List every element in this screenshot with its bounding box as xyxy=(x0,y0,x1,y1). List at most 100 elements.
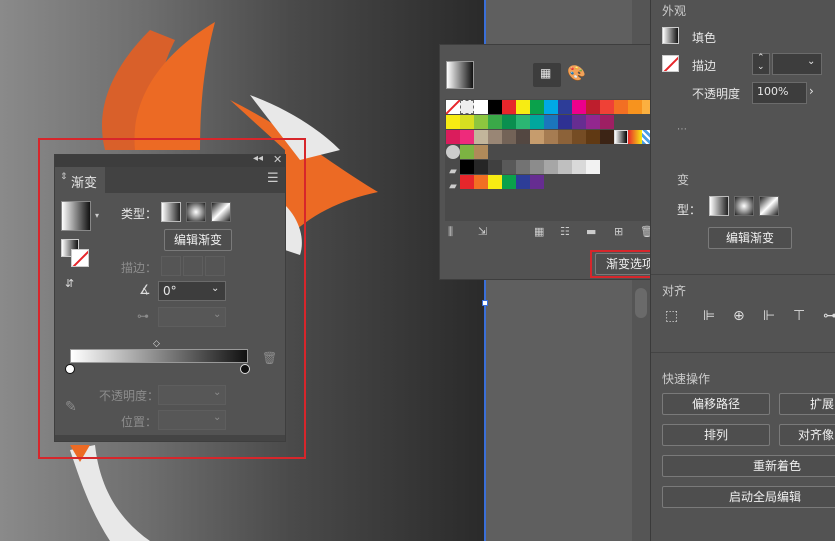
color-swatch[interactable] xyxy=(474,100,488,114)
align-right-icon[interactable]: ⊩ xyxy=(763,308,775,324)
opacity-input[interactable]: 100% xyxy=(752,82,807,104)
align-to-icon[interactable]: ⬚ xyxy=(665,308,678,324)
color-swatch[interactable] xyxy=(572,100,586,114)
color-swatch[interactable] xyxy=(544,160,558,174)
swatch-gradient-orange[interactable] xyxy=(628,130,642,144)
color-swatch[interactable] xyxy=(558,130,572,144)
fill-swatch[interactable] xyxy=(662,27,679,44)
color-swatch[interactable] xyxy=(516,100,530,114)
chevron-right-icon[interactable]: › xyxy=(809,84,814,98)
color-swatch[interactable] xyxy=(460,160,474,174)
show-kinds-icon[interactable]: ▦ xyxy=(534,225,544,238)
swatch-pattern-circle[interactable] xyxy=(446,145,460,159)
swatch-pattern-leaves[interactable] xyxy=(460,145,474,159)
color-swatch[interactable] xyxy=(572,130,586,144)
color-swatch[interactable] xyxy=(488,115,502,129)
recolor-button[interactable]: 重新着色 xyxy=(662,455,835,477)
color-swatch[interactable] xyxy=(600,130,614,144)
expand-button[interactable]: 扩展 xyxy=(779,393,835,415)
color-swatch[interactable] xyxy=(530,160,544,174)
color-swatch[interactable] xyxy=(586,160,600,174)
align-top-icon[interactable]: ⊤ xyxy=(793,308,805,324)
color-swatch[interactable] xyxy=(600,115,614,129)
align-center-icon[interactable]: ⊕ xyxy=(733,308,745,324)
new-folder-icon[interactable]: ▬ xyxy=(586,225,596,238)
color-swatch[interactable] xyxy=(502,160,516,174)
color-swatch[interactable] xyxy=(544,100,558,114)
offset-path-button[interactable]: 偏移路径 xyxy=(662,393,770,415)
edit-gradient-button[interactable]: 编辑渐变 xyxy=(708,227,792,249)
color-swatch[interactable] xyxy=(460,130,474,144)
arrange-button[interactable]: 排列 xyxy=(662,424,770,446)
color-swatch[interactable] xyxy=(446,115,460,129)
color-swatch[interactable] xyxy=(628,100,642,114)
chevron-down-icon[interactable]: ⌄ xyxy=(807,56,815,67)
color-swatch[interactable] xyxy=(600,100,614,114)
stroke-stepper[interactable]: ⌃ ⌄ xyxy=(752,53,770,75)
color-swatch[interactable] xyxy=(614,100,628,114)
swatch-registration[interactable] xyxy=(460,100,474,114)
freeform-gradient-button[interactable] xyxy=(759,196,779,216)
swatch-pattern-texture[interactable] xyxy=(474,145,488,159)
color-swatch[interactable] xyxy=(558,115,572,129)
color-swatch[interactable] xyxy=(502,115,516,129)
color-swatch[interactable] xyxy=(460,175,474,189)
stroke-weight-input[interactable]: ⌄ xyxy=(772,53,822,75)
color-swatch[interactable] xyxy=(502,175,516,189)
swatch-gradient-bw[interactable] xyxy=(614,130,628,144)
divider xyxy=(651,274,835,275)
scrollbar-thumb[interactable] xyxy=(635,288,647,318)
swatch-none[interactable] xyxy=(446,100,460,114)
stroke-label: 描边 xyxy=(692,59,717,73)
radial-gradient-button[interactable] xyxy=(734,196,754,216)
swatch-library-icon[interactable]: ⫼ xyxy=(448,225,453,239)
chevron-down-icon[interactable]: ⌄ xyxy=(757,62,765,72)
current-gradient-swatch[interactable] xyxy=(446,61,474,89)
color-swatch[interactable] xyxy=(488,160,502,174)
start-global-edit-button[interactable]: 启动全局编辑 xyxy=(662,486,835,508)
align-to-pixel-button[interactable]: 对齐像 xyxy=(779,424,835,446)
more-options-icon[interactable]: ⋯ xyxy=(677,124,687,135)
stroke-swatch[interactable] xyxy=(662,55,679,72)
align-left-icon[interactable]: ⊫ xyxy=(703,308,715,324)
linear-gradient-button[interactable] xyxy=(709,196,729,216)
color-swatch[interactable] xyxy=(460,115,474,129)
color-swatch[interactable] xyxy=(586,115,600,129)
color-swatch[interactable] xyxy=(516,175,530,189)
swatch-row-2 xyxy=(446,115,672,129)
color-swatch[interactable] xyxy=(558,160,572,174)
color-swatch[interactable] xyxy=(488,130,502,144)
color-swatch[interactable] xyxy=(474,175,488,189)
color-swatch[interactable] xyxy=(530,115,544,129)
color-swatch[interactable] xyxy=(530,100,544,114)
color-swatch[interactable] xyxy=(488,100,502,114)
color-palette-icon[interactable]: 🎨 xyxy=(567,64,586,82)
color-swatch[interactable] xyxy=(488,175,502,189)
color-swatch[interactable] xyxy=(586,100,600,114)
swatch-options-icon[interactable]: ☷ xyxy=(560,225,570,238)
color-swatch[interactable] xyxy=(474,130,488,144)
color-swatch[interactable] xyxy=(586,130,600,144)
color-swatch[interactable] xyxy=(558,100,572,114)
align-middle-icon[interactable]: ⊶ xyxy=(823,308,835,324)
color-swatch[interactable] xyxy=(474,160,488,174)
color-swatch[interactable] xyxy=(530,130,544,144)
color-swatch[interactable] xyxy=(446,130,460,144)
color-swatch[interactable] xyxy=(516,160,530,174)
anchor-handle[interactable] xyxy=(482,300,488,306)
color-swatch[interactable] xyxy=(572,115,586,129)
color-swatch[interactable] xyxy=(572,160,586,174)
color-swatch[interactable] xyxy=(544,130,558,144)
color-swatch[interactable] xyxy=(516,130,530,144)
swatch-view-grid-button[interactable]: ▦ xyxy=(533,63,561,87)
new-swatch-icon[interactable]: ⊞ xyxy=(614,225,623,238)
color-swatch[interactable] xyxy=(502,100,516,114)
color-swatch[interactable] xyxy=(530,175,544,189)
swatch-import-icon[interactable]: ⇲ xyxy=(478,225,487,238)
color-swatch[interactable] xyxy=(502,130,516,144)
color-swatch[interactable] xyxy=(544,115,558,129)
color-swatch[interactable] xyxy=(516,115,530,129)
type-label: 型： xyxy=(677,203,702,217)
color-swatch[interactable] xyxy=(474,115,488,129)
quick-actions-title: 快速操作 xyxy=(662,372,711,386)
